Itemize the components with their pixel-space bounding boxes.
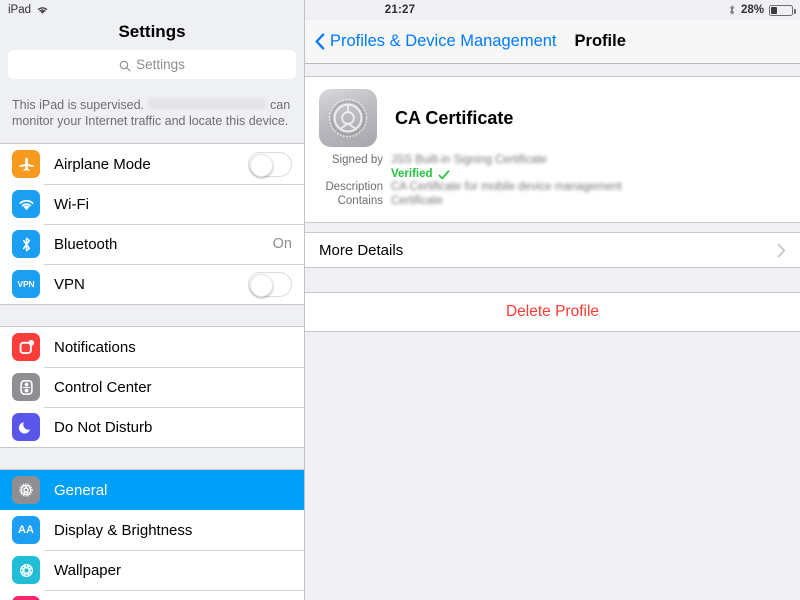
chevron-left-icon	[315, 33, 325, 50]
sidebar-item-label: Control Center	[54, 378, 152, 396]
chevron-right-icon	[777, 242, 786, 258]
delete-profile-row[interactable]: Delete Profile	[305, 292, 800, 332]
settings-group: General AA Display & Brightness Wallpaper So…	[0, 469, 304, 600]
certificate-card: CA Certificate Signed by JSS Built-in Sig…	[305, 76, 800, 223]
search-placeholder: Settings	[136, 57, 185, 72]
toggle-switch[interactable]	[248, 271, 292, 297]
certificate-field-key: Contains	[337, 195, 383, 207]
certificate-field-row: Description CA Certificate for mobile dev…	[305, 180, 800, 194]
navigation-bar: Profiles & Device Management Profile	[305, 20, 800, 64]
bluetooth-icon	[12, 230, 40, 258]
sidebar-groups: Airplane Mode Wi-Fi Bluetooth On VPN VPN Notif…	[0, 143, 304, 600]
verified-label: Verified	[391, 168, 433, 180]
certificate-field-key: Signed by	[331, 154, 383, 166]
sidebar-item-bluetooth[interactable]: Bluetooth On	[0, 224, 304, 264]
sidebar-item-do-not-disturb[interactable]: Do Not Disturb	[0, 407, 304, 447]
toggle-knob	[250, 273, 273, 297]
delete-profile-label: Delete Profile	[505, 303, 600, 320]
sidebar-item-notifications[interactable]: Notifications	[0, 327, 304, 367]
sounds-icon	[12, 596, 40, 600]
supervision-notice: This iPad is supervised. can monitor you…	[0, 87, 304, 143]
verified-status: Verified	[305, 168, 800, 180]
sidebar-item-label: Display & Brightness	[54, 521, 193, 539]
sidebar-item-label: General	[54, 481, 108, 499]
airplane-icon	[12, 150, 40, 178]
sidebar-item-airplane-mode[interactable]: Airplane Mode	[0, 144, 304, 184]
sidebar-item-label: Airplane Mode	[54, 155, 151, 173]
sidebar-item-label: Wallpaper	[54, 561, 121, 579]
battery-icon	[769, 4, 796, 16]
certificate-fields: Signed by JSS Built-in Signing Certificat…	[305, 153, 800, 208]
back-button[interactable]: Profiles & Device Management	[315, 32, 557, 51]
control-center-icon	[12, 373, 40, 401]
more-details-row[interactable]: More Details	[305, 232, 800, 268]
notifications-icon	[12, 333, 40, 361]
supervision-line1-text: This iPad is supervised.	[12, 98, 145, 112]
profile-detail-pane: Profiles & Device Management Profile CA …	[305, 0, 800, 600]
checkmark-icon	[438, 168, 450, 180]
bluetooth-icon	[728, 4, 736, 16]
settings-sidebar: Settings Settings This iPad is supervise…	[0, 0, 305, 600]
nav-title: Profile	[574, 32, 626, 50]
sidebar-item-wi-fi[interactable]: Wi-Fi	[0, 184, 304, 224]
detail-body: CA Certificate Signed by JSS Built-in Sig…	[305, 64, 800, 332]
search-icon	[119, 59, 131, 71]
settings-group: Airplane Mode Wi-Fi Bluetooth On VPN VPN	[0, 143, 304, 305]
wifi-icon	[12, 190, 40, 218]
delete-spacer	[305, 268, 800, 292]
sidebar-item-label: Wi-Fi	[54, 195, 89, 213]
group-separator	[0, 448, 304, 469]
vpn-icon: VPN	[12, 270, 40, 298]
battery-percentage: 28%	[740, 4, 764, 16]
toggle-switch[interactable]	[248, 151, 292, 177]
status-bar: iPad 21:27 28%	[0, 0, 800, 20]
sidebar-item-vpn[interactable]: VPN VPN	[0, 264, 304, 304]
certificate-field-key: Description	[325, 181, 383, 193]
sidebar-item-label: VPN	[54, 275, 85, 293]
more-details-label: More Details	[319, 241, 404, 259]
settings-group: Notifications Control Center Do Not Distur…	[0, 326, 304, 448]
sidebar-item-display-brightness[interactable]: AA Display & Brightness	[0, 510, 304, 550]
sidebar-item-wallpaper[interactable]: Wallpaper	[0, 550, 304, 590]
certificate-field-value: Certificate	[391, 195, 443, 207]
group-separator	[0, 305, 304, 326]
search-container: Settings	[0, 44, 304, 87]
status-bar-clock: 21:27	[384, 4, 416, 16]
certificate-header: CA Certificate	[305, 77, 800, 153]
sidebar-item-value: On	[272, 236, 292, 252]
sidebar-item-label: Bluetooth	[54, 235, 118, 253]
ipad-settings-screen: iPad 21:27 28% Settings Settings This iP…	[0, 0, 800, 600]
top-spacer	[305, 64, 800, 76]
gear-icon	[12, 476, 40, 504]
sidebar-item-control-center[interactable]: Control Center	[0, 367, 304, 407]
back-button-label: Profiles & Device Management	[330, 32, 557, 50]
certificate-field-value: JSS Built-in Signing Certificate	[391, 154, 547, 166]
certificate-name: CA Certificate	[395, 107, 514, 128]
supervision-line1-suffix: can	[270, 98, 291, 112]
sidebar-item-label: Do Not Disturb	[54, 418, 153, 436]
search-input[interactable]: Settings	[8, 50, 296, 79]
sidebar-item-sounds[interactable]: Sounds	[0, 590, 304, 600]
redacted-organization	[148, 98, 267, 109]
status-bar-right: 28%	[728, 4, 796, 16]
certificate-field-row: Signed by JSS Built-in Signing Certificat…	[305, 153, 800, 167]
toggle-knob	[250, 153, 273, 177]
moon-icon	[12, 413, 40, 441]
wallpaper-icon	[12, 556, 40, 584]
certificate-field-row: Contains Certificate	[305, 194, 800, 208]
supervision-line2: monitor your Internet traffic and locate…	[12, 114, 289, 128]
display-icon: AA	[12, 516, 40, 544]
gear-icon	[319, 89, 377, 147]
sidebar-item-general[interactable]: General	[0, 470, 304, 510]
certificate-field-value: CA Certificate for mobile device managem…	[391, 181, 622, 193]
sidebar-item-label: Notifications	[54, 338, 136, 356]
